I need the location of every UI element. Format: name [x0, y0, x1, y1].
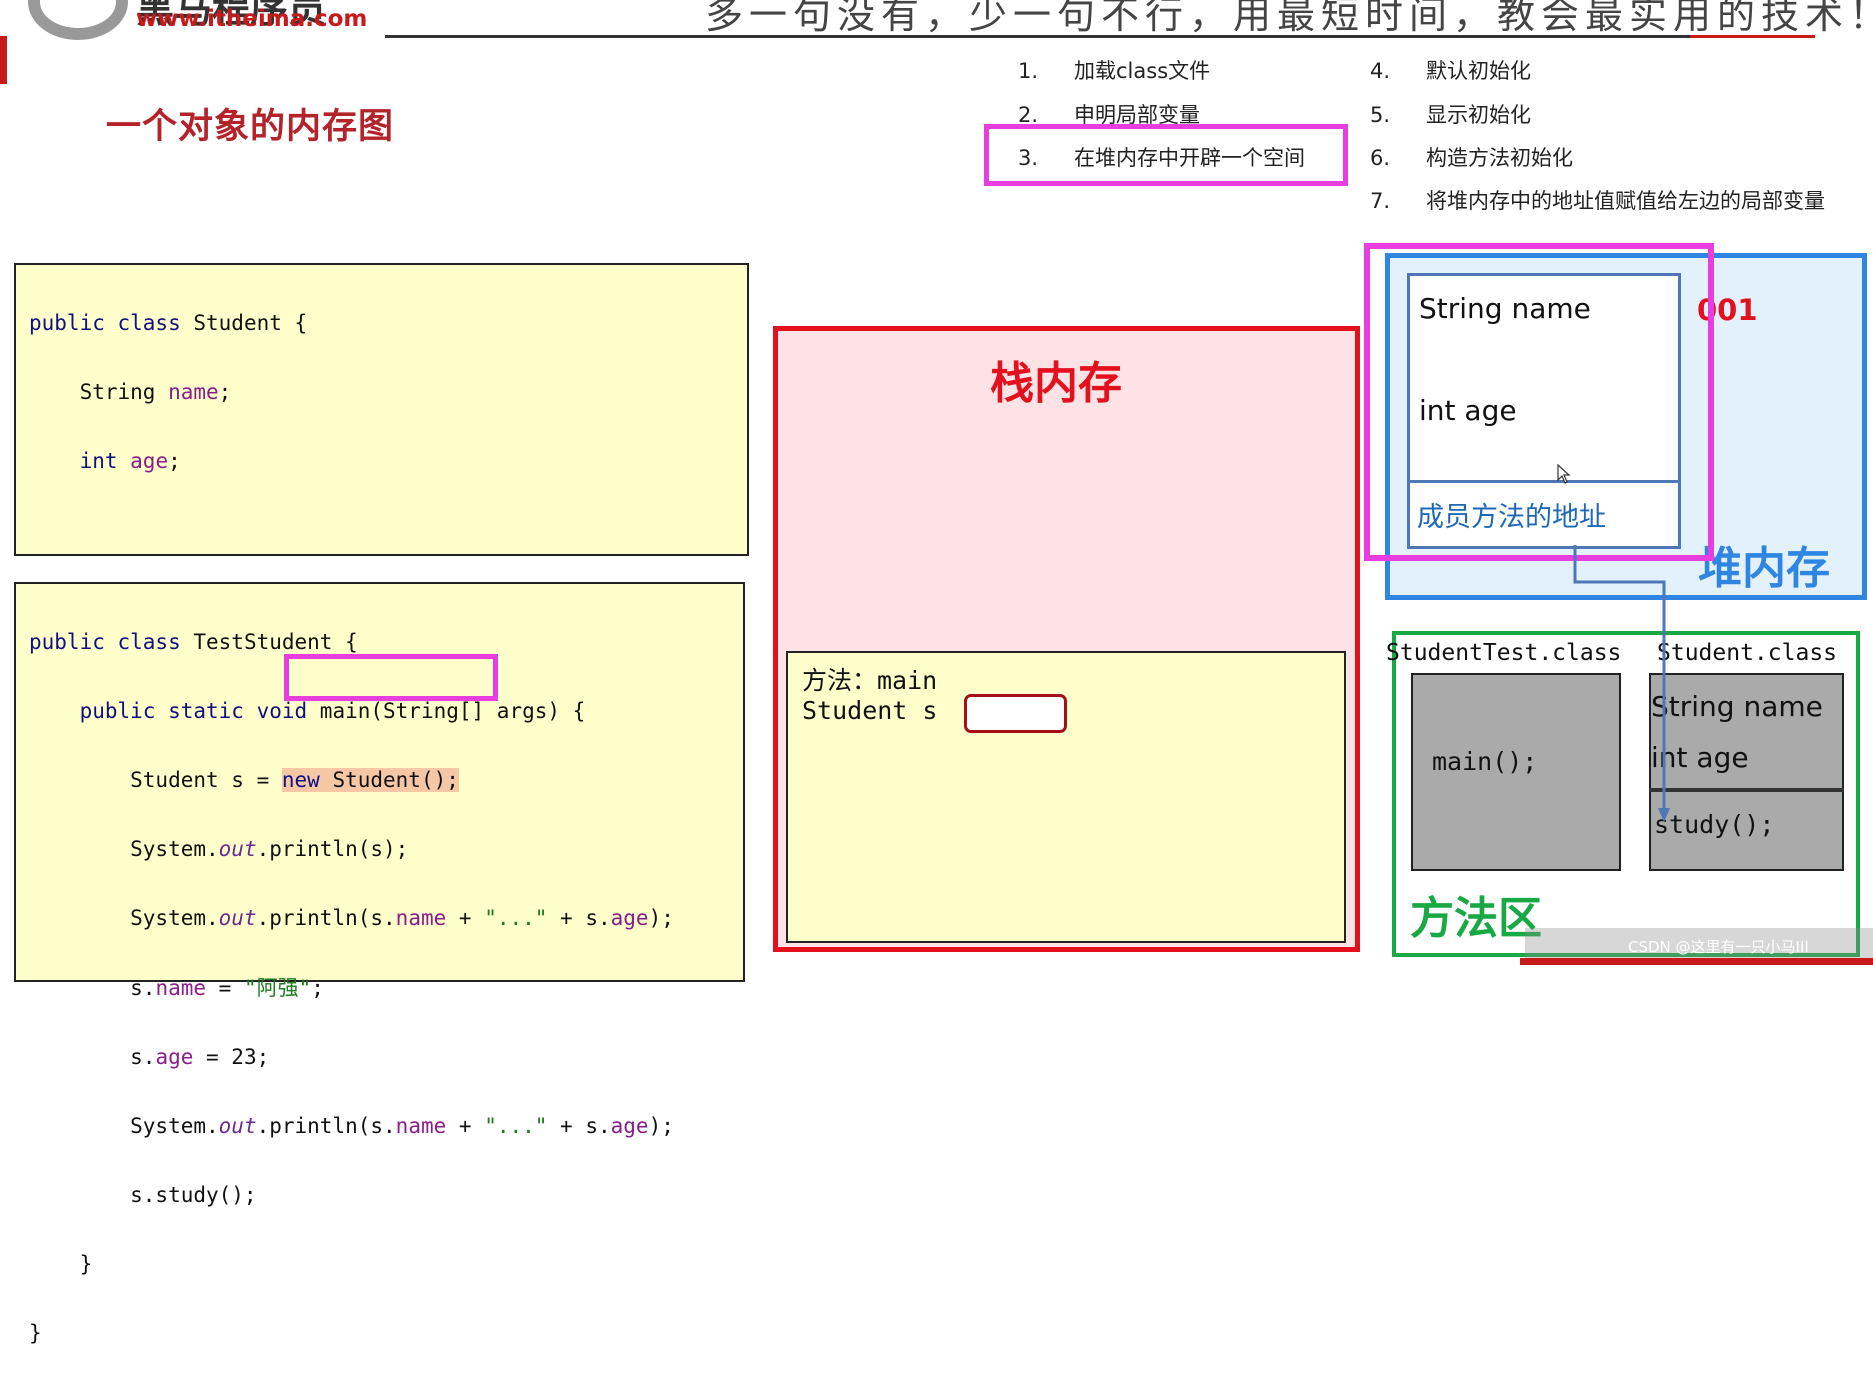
code-line: s.age = 23; — [29, 1044, 270, 1069]
code-line: } — [29, 1252, 93, 1277]
code-line: } — [29, 1321, 42, 1346]
arrow-head — [1658, 808, 1670, 822]
bottom-accent-bar — [1520, 958, 1873, 965]
arrow-line — [1573, 545, 1666, 812]
mouse-cursor-icon — [1557, 464, 1571, 484]
method-address-arrow — [1573, 545, 1670, 822]
code-line: s.study(); — [29, 1183, 257, 1208]
code-line: System.out.println(s.name + "..." + s.ag… — [29, 1113, 674, 1138]
code-line: s.name = "阿强"; — [29, 975, 324, 1000]
watermark-text: CSDN @这里有一只小马III — [1628, 938, 1809, 956]
